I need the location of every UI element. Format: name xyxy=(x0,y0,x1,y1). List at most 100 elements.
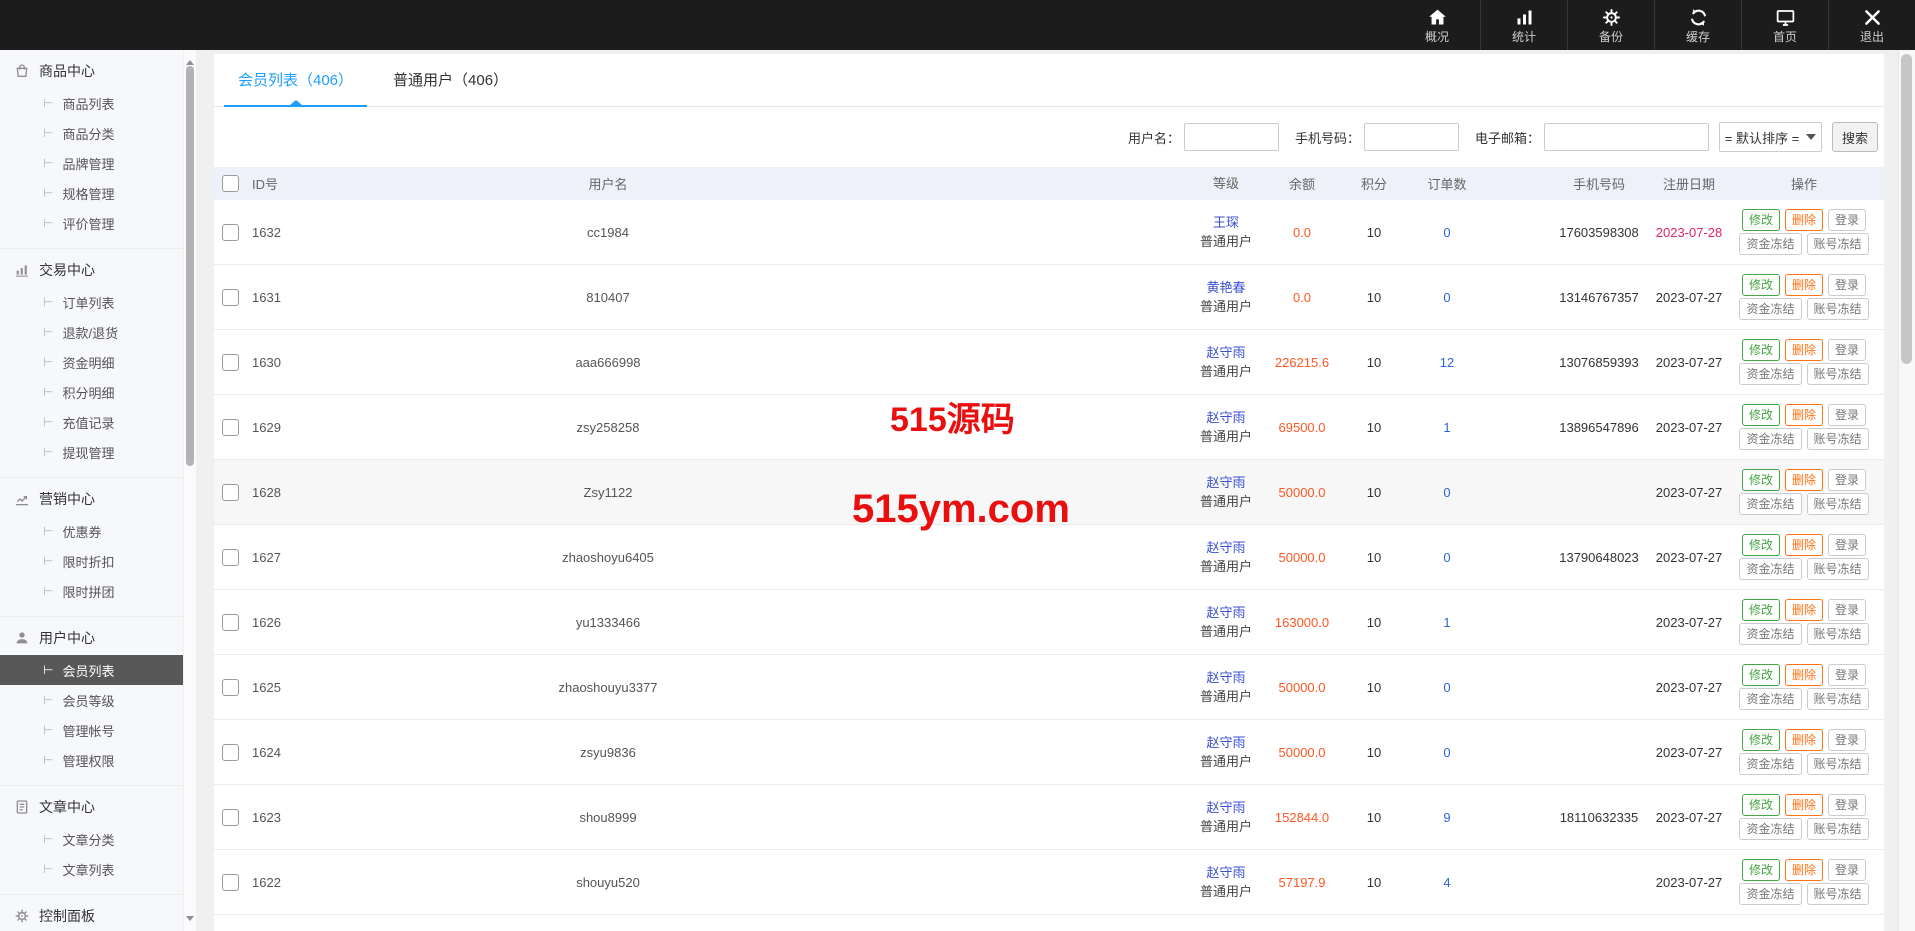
sidebar-item[interactable]: 评价管理 xyxy=(0,208,184,238)
row-checkbox[interactable] xyxy=(222,809,239,826)
sidebar-item[interactable]: 优惠券 xyxy=(0,516,184,546)
delete-button[interactable]: 删除 xyxy=(1785,664,1823,686)
sidebar-item[interactable]: 充值记录 xyxy=(0,407,184,437)
sidebar-scrollbar[interactable] xyxy=(183,50,196,931)
freeze-account-button[interactable]: 账号冻结 xyxy=(1807,298,1869,320)
topbar-item-home[interactable]: 概况 xyxy=(1394,0,1480,50)
search-button[interactable]: 搜索 xyxy=(1832,122,1878,152)
sidebar-item[interactable]: 管理帐号 xyxy=(0,715,184,745)
row-checkbox[interactable] xyxy=(222,874,239,891)
delete-button[interactable]: 删除 xyxy=(1785,534,1823,556)
sidebar-section-title[interactable]: 用户中心 xyxy=(0,621,184,655)
delete-button[interactable]: 删除 xyxy=(1785,729,1823,751)
orders-link[interactable]: 12 xyxy=(1410,355,1484,370)
delete-button[interactable]: 删除 xyxy=(1785,469,1823,491)
orders-link[interactable]: 9 xyxy=(1410,810,1484,825)
row-checkbox[interactable] xyxy=(222,224,239,241)
email-input[interactable] xyxy=(1544,123,1709,151)
edit-button[interactable]: 修改 xyxy=(1742,664,1780,686)
edit-button[interactable]: 修改 xyxy=(1742,469,1780,491)
orders-link[interactable]: 0 xyxy=(1410,680,1484,695)
level-link[interactable]: 赵守雨 xyxy=(1186,603,1266,622)
freeze-account-button[interactable]: 账号冻结 xyxy=(1807,818,1869,840)
freeze-funds-button[interactable]: 资金冻结 xyxy=(1739,688,1801,710)
select-all-checkbox[interactable] xyxy=(222,175,239,192)
sidebar-item[interactable]: 文章列表 xyxy=(0,854,184,884)
login-button[interactable]: 登录 xyxy=(1828,209,1866,231)
orders-link[interactable]: 4 xyxy=(1410,875,1484,890)
login-button[interactable]: 登录 xyxy=(1828,794,1866,816)
sidebar-item[interactable]: 品牌管理 xyxy=(0,148,184,178)
freeze-funds-button[interactable]: 资金冻结 xyxy=(1739,753,1801,775)
topbar-item-monitor[interactable]: 首页 xyxy=(1741,0,1828,50)
sidebar-item[interactable]: 商品列表 xyxy=(0,88,184,118)
freeze-funds-button[interactable]: 资金冻结 xyxy=(1739,623,1801,645)
freeze-account-button[interactable]: 账号冻结 xyxy=(1807,688,1869,710)
login-button[interactable]: 登录 xyxy=(1828,339,1866,361)
freeze-account-button[interactable]: 账号冻结 xyxy=(1807,883,1869,905)
topbar-item-gear[interactable]: 备份 xyxy=(1567,0,1654,50)
freeze-funds-button[interactable]: 资金冻结 xyxy=(1739,558,1801,580)
sidebar-section-title[interactable]: 控制面板 xyxy=(0,899,184,931)
delete-button[interactable]: 删除 xyxy=(1785,404,1823,426)
topbar-item-refresh[interactable]: 缓存 xyxy=(1654,0,1741,50)
sidebar-item[interactable]: 会员等级 xyxy=(0,685,184,715)
level-link[interactable]: 赵守雨 xyxy=(1186,798,1266,817)
orders-link[interactable]: 0 xyxy=(1410,485,1484,500)
sidebar-item[interactable]: 限时折扣 xyxy=(0,546,184,576)
login-button[interactable]: 登录 xyxy=(1828,729,1866,751)
orders-link[interactable]: 0 xyxy=(1410,290,1484,305)
tab-1[interactable]: 普通用户（406） xyxy=(391,69,510,106)
freeze-account-button[interactable]: 账号冻结 xyxy=(1807,753,1869,775)
freeze-funds-button[interactable]: 资金冻结 xyxy=(1739,493,1801,515)
level-link[interactable]: 赵守雨 xyxy=(1186,668,1266,687)
orders-link[interactable]: 1 xyxy=(1410,615,1484,630)
sidebar-item[interactable]: 提现管理 xyxy=(0,437,184,467)
orders-link[interactable]: 0 xyxy=(1410,225,1484,240)
sidebar-item[interactable]: 退款/退货 xyxy=(0,317,184,347)
delete-button[interactable]: 删除 xyxy=(1785,859,1823,881)
login-button[interactable]: 登录 xyxy=(1828,664,1866,686)
login-button[interactable]: 登录 xyxy=(1828,859,1866,881)
row-checkbox[interactable] xyxy=(222,419,239,436)
tab-0[interactable]: 会员列表（406） xyxy=(236,69,355,106)
orders-link[interactable]: 1 xyxy=(1410,420,1484,435)
login-button[interactable]: 登录 xyxy=(1828,404,1866,426)
row-checkbox[interactable] xyxy=(222,484,239,501)
edit-button[interactable]: 修改 xyxy=(1742,729,1780,751)
sidebar-item[interactable]: 会员列表 xyxy=(0,655,184,685)
level-link[interactable]: 赵守雨 xyxy=(1186,863,1266,882)
login-button[interactable]: 登录 xyxy=(1828,274,1866,296)
sidebar-item[interactable]: 资金明细 xyxy=(0,347,184,377)
username-input[interactable] xyxy=(1184,123,1279,151)
sidebar-section-title[interactable]: 文章中心 xyxy=(0,790,184,824)
row-checkbox[interactable] xyxy=(222,744,239,761)
sidebar-item[interactable]: 规格管理 xyxy=(0,178,184,208)
freeze-funds-button[interactable]: 资金冻结 xyxy=(1739,298,1801,320)
sidebar-item[interactable]: 管理权限 xyxy=(0,745,184,775)
delete-button[interactable]: 删除 xyxy=(1785,794,1823,816)
delete-button[interactable]: 删除 xyxy=(1785,599,1823,621)
level-link[interactable]: 黄艳春 xyxy=(1186,278,1266,297)
level-link[interactable]: 赵守雨 xyxy=(1186,733,1266,752)
sort-select[interactable]: = 默认排序 = xyxy=(1719,122,1822,152)
orders-link[interactable]: 0 xyxy=(1410,550,1484,565)
freeze-funds-button[interactable]: 资金冻结 xyxy=(1739,233,1801,255)
edit-button[interactable]: 修改 xyxy=(1742,209,1780,231)
login-button[interactable]: 登录 xyxy=(1828,534,1866,556)
row-checkbox[interactable] xyxy=(222,679,239,696)
page-scrollbar[interactable] xyxy=(1898,50,1915,931)
level-link[interactable]: 赵守雨 xyxy=(1186,343,1266,362)
freeze-account-button[interactable]: 账号冻结 xyxy=(1807,233,1869,255)
login-button[interactable]: 登录 xyxy=(1828,469,1866,491)
delete-button[interactable]: 删除 xyxy=(1785,209,1823,231)
freeze-account-button[interactable]: 账号冻结 xyxy=(1807,623,1869,645)
sidebar-item[interactable]: 限时拼团 xyxy=(0,576,184,606)
freeze-funds-button[interactable]: 资金冻结 xyxy=(1739,883,1801,905)
freeze-account-button[interactable]: 账号冻结 xyxy=(1807,493,1869,515)
page-scrollbar-thumb[interactable] xyxy=(1901,54,1912,364)
orders-link[interactable]: 0 xyxy=(1410,745,1484,760)
phone-input[interactable] xyxy=(1364,123,1459,151)
sidebar-item[interactable]: 商品分类 xyxy=(0,118,184,148)
sidebar-scrollbar-thumb[interactable] xyxy=(186,66,194,466)
